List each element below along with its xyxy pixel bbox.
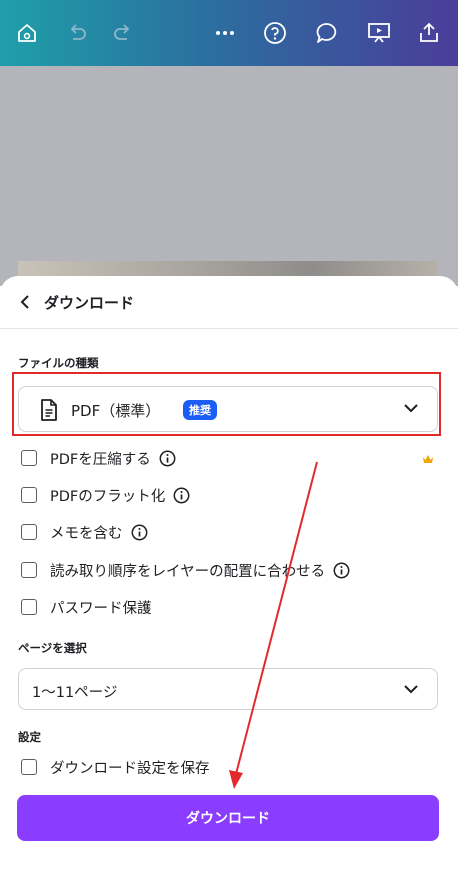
download-sheet: ダウンロード ファイルの種類 PDF（標準） 推奨 PDFを圧縮する PDFのフ…	[0, 276, 458, 876]
highlight-annotation	[12, 372, 441, 436]
settings-label: 設定	[18, 730, 41, 744]
pages-value: 1〜11ページ	[32, 685, 118, 701]
pages-select[interactable]: 1〜11ページ	[18, 668, 438, 710]
sheet-title: ダウンロード	[44, 294, 135, 312]
info-icon[interactable]	[159, 450, 176, 467]
option-label: PDFを圧縮する	[50, 451, 151, 468]
redo-icon[interactable]	[110, 20, 136, 46]
more-icon[interactable]	[212, 20, 238, 46]
info-icon[interactable]	[173, 487, 190, 504]
option-password-protect[interactable]: パスワード保護	[21, 596, 152, 618]
info-icon[interactable]	[131, 524, 148, 541]
checkbox[interactable]	[21, 562, 37, 578]
back-chevron-icon[interactable]	[18, 294, 34, 310]
comment-icon[interactable]	[314, 20, 340, 46]
option-include-notes[interactable]: メモを含む	[21, 521, 148, 543]
crown-icon	[423, 455, 433, 463]
present-icon[interactable]	[366, 20, 392, 46]
checkbox[interactable]	[21, 599, 37, 615]
help-icon[interactable]	[262, 20, 288, 46]
option-save-download-settings[interactable]: ダウンロード設定を保存	[21, 756, 210, 778]
option-label: PDFのフラット化	[50, 488, 166, 505]
pages-label: ページを選択	[18, 641, 87, 655]
checkbox[interactable]	[21, 524, 37, 540]
option-reading-order[interactable]: 読み取り順序をレイヤーの配置に合わせる	[21, 559, 350, 581]
option-label: メモを含む	[50, 525, 123, 542]
info-icon[interactable]	[333, 562, 350, 579]
download-button[interactable]: ダウンロード	[17, 795, 439, 841]
file-type-label: ファイルの種類	[18, 356, 99, 370]
checkbox[interactable]	[21, 450, 37, 466]
share-icon[interactable]	[416, 20, 442, 46]
option-compress-pdf[interactable]: PDFを圧縮する	[21, 447, 176, 469]
option-label: パスワード保護	[50, 600, 152, 617]
checkbox[interactable]	[21, 487, 37, 503]
editor-toolbar	[0, 0, 458, 66]
home-icon[interactable]	[14, 20, 40, 46]
design-canvas[interactable]	[0, 66, 458, 321]
chevron-down-icon	[404, 685, 418, 694]
option-label: ダウンロード設定を保存	[50, 760, 210, 777]
checkbox[interactable]	[21, 759, 37, 775]
option-flatten-pdf[interactable]: PDFのフラット化	[21, 484, 190, 506]
sheet-header: ダウンロード	[0, 276, 458, 329]
option-label: 読み取り順序をレイヤーの配置に合わせる	[50, 563, 326, 580]
undo-icon[interactable]	[64, 20, 90, 46]
